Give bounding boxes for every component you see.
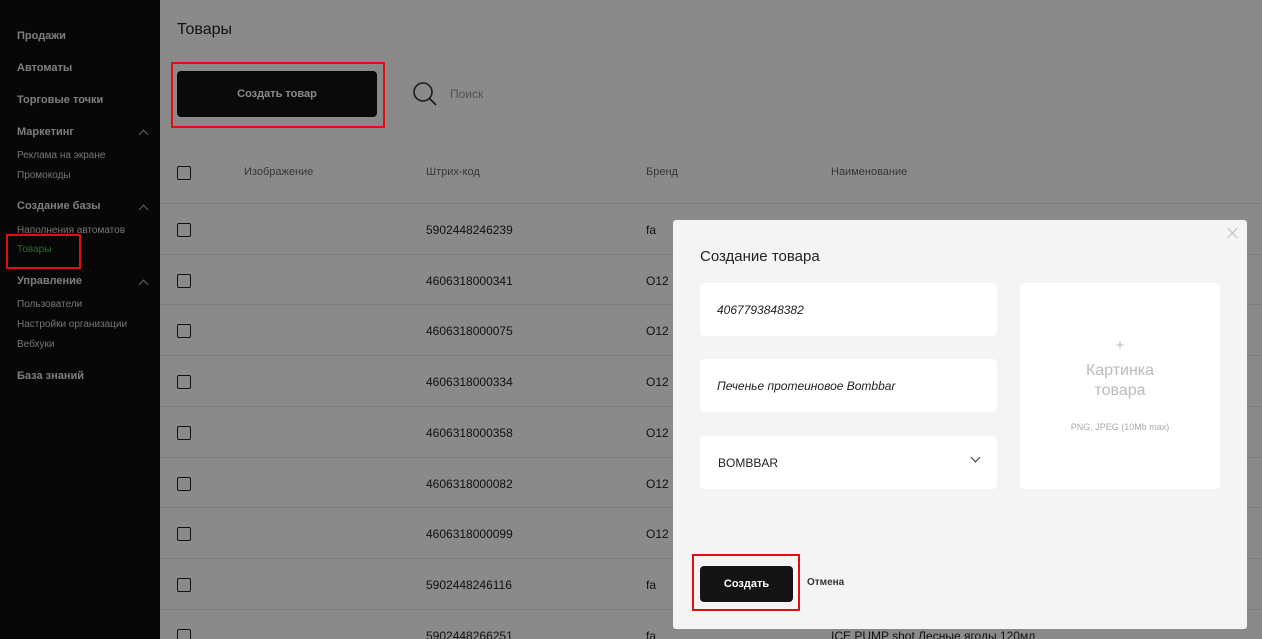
product-image-upload[interactable]: + Картинка товара PNG, JPEG (10Mb max) [1020, 283, 1220, 489]
brand-select-value: BOMBBAR [718, 456, 779, 470]
image-format-hint: PNG, JPEG (10Mb max) [1070, 422, 1170, 432]
create-product-modal: Создание товара BOMBBAR + Картинка товар… [673, 220, 1247, 629]
cancel-button[interactable]: Отмена [807, 577, 844, 588]
chevron-down-icon [970, 452, 981, 463]
create-submit-button[interactable]: Создать [700, 566, 793, 602]
barcode-field[interactable] [700, 283, 997, 336]
image-label-line-1: Картинка [1085, 362, 1155, 379]
plus-icon: + [1115, 337, 1125, 354]
image-upload-label: Картинка товара [1020, 361, 1220, 401]
brand-select[interactable]: BOMBBAR [700, 436, 997, 489]
close-icon[interactable] [1226, 226, 1240, 240]
product-name-field[interactable] [700, 359, 997, 412]
image-label-line-2: товара [1094, 382, 1146, 399]
modal-title: Создание товара [700, 248, 820, 265]
